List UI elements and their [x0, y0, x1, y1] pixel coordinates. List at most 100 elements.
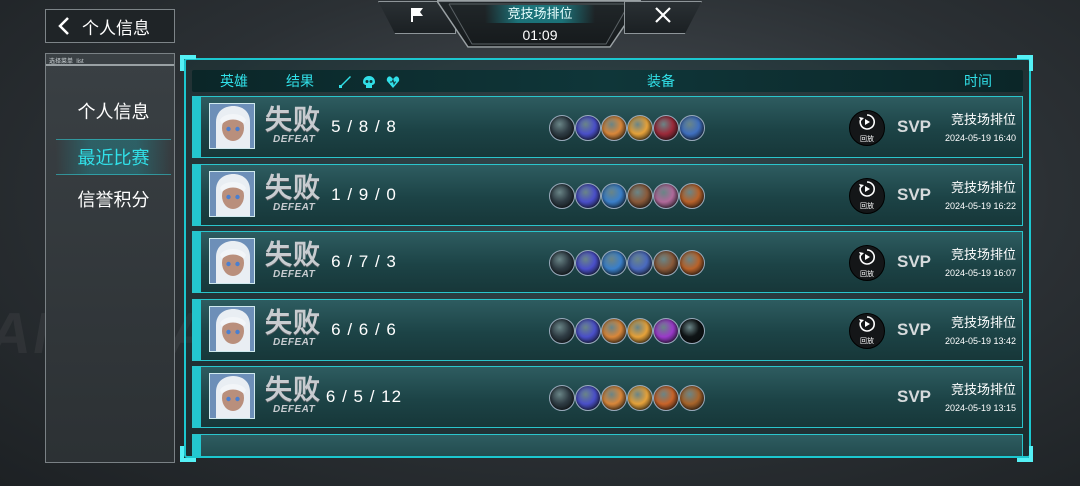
- menu-item-recent-matches[interactable]: 最近比赛: [56, 139, 171, 175]
- equipment-item-icon: [653, 250, 679, 276]
- equipment-item-icon: [549, 250, 575, 276]
- match-timer: 01:09: [522, 27, 558, 43]
- equipment-item-icon: [575, 182, 601, 209]
- panel-corner: [1017, 446, 1033, 462]
- kda-value: 6 / 7 / 3: [331, 252, 397, 271]
- equipment-item-icon: [601, 115, 627, 141]
- replay-button[interactable]: 回放: [849, 245, 885, 281]
- match-history-panel: 英雄 结果 装备 时间 失败 DEFEAT 5 / 8 / 8 回放 SVP 竞技场排位 2…: [184, 58, 1031, 458]
- match-date: 2024-05-19 13:42: [944, 335, 1016, 346]
- replay-icon: [858, 180, 876, 203]
- header-time: 时间: [964, 73, 992, 89]
- replay-button[interactable]: 回放: [849, 312, 885, 349]
- match-mode: 竞技场排位: [950, 247, 1016, 262]
- panel-corner: [1017, 55, 1033, 71]
- equipment-item-icon: [549, 115, 575, 141]
- equipment-item-icon: [549, 182, 575, 209]
- svp-badge: SVP: [897, 387, 932, 406]
- equipment-item-icon: [627, 250, 653, 276]
- row-stripe: [193, 367, 201, 427]
- equipment-item-icon: [653, 385, 679, 411]
- result-text: 失败: [265, 172, 321, 204]
- result-subtext: DEFEAT: [273, 134, 316, 145]
- equipment-item-icon: [627, 317, 653, 344]
- kda-value: 5 / 8 / 8: [331, 117, 397, 136]
- result-text: 失败: [265, 240, 321, 271]
- equipment-item-icon: [653, 182, 679, 209]
- row-stripe: [193, 232, 201, 292]
- hero-avatar: [209, 305, 255, 352]
- equipment-item-icon: [627, 182, 653, 209]
- equipment-item-icon: [627, 385, 653, 411]
- svp-badge: SVP: [897, 184, 932, 204]
- match-row[interactable]: 失败 DEFEAT 6 / 6 / 6 回放 SVP 竞技场排位 2024-05-19 13…: [192, 298, 1023, 361]
- menu-item-credit-score[interactable]: 信誉积分: [56, 182, 171, 218]
- equipment-list: [549, 317, 705, 344]
- heart-icon: [386, 73, 400, 95]
- equipment-list: [549, 250, 705, 276]
- result-subtext: DEFEAT: [273, 404, 316, 415]
- equipment-item-icon: [601, 182, 627, 209]
- side-menu: 选择菜单_list 个人信息 最近比赛 信誉积分: [45, 53, 175, 463]
- equipment-list: [549, 115, 705, 141]
- match-row[interactable]: 失败 DEFEAT 6 / 7 / 3 回放 SVP 竞技场排位 2024-05-19 16…: [192, 231, 1023, 293]
- match-result: 失败 DEFEAT: [265, 174, 325, 213]
- hero-avatar: [209, 170, 255, 217]
- close-icon: [654, 6, 672, 29]
- sword-icon: [338, 73, 352, 95]
- hero-avatar: [209, 238, 255, 284]
- panel-corner: [180, 55, 196, 71]
- header-equipment: 装备: [647, 73, 675, 89]
- mode-title: 竞技场排位: [485, 5, 595, 23]
- equipment-item-icon: [653, 317, 679, 344]
- result-subtext: DEFEAT: [273, 269, 316, 280]
- equipment-item-icon: [627, 115, 653, 141]
- flag-icon: [408, 6, 426, 29]
- match-row-partial[interactable]: [192, 433, 1023, 456]
- match-row[interactable]: 失败 DEFEAT 6 / 5 / 12 SVP 竞技场排位 2024-05-19 13:…: [192, 366, 1023, 428]
- equipment-item-icon: [601, 250, 627, 276]
- svp-badge: SVP: [897, 117, 932, 136]
- replay-icon: [858, 248, 876, 271]
- row-stripe: [193, 299, 201, 360]
- equipment-item-icon: [549, 385, 575, 411]
- equipment-item-icon: [549, 317, 575, 344]
- equipment-item-icon: [679, 250, 705, 276]
- kda-value: 1 / 9 / 0: [331, 184, 397, 204]
- match-mode: 竞技场排位: [950, 179, 1016, 195]
- result-subtext: DEFEAT: [273, 336, 316, 348]
- equipment-item-icon: [601, 385, 627, 411]
- table-header: 英雄 结果 装备 时间: [192, 70, 1023, 92]
- match-mode: 竞技场排位: [950, 382, 1016, 397]
- row-stripe: [193, 97, 201, 157]
- hero-avatar: [209, 373, 255, 419]
- match-row[interactable]: 失败 DEFEAT 5 / 8 / 8 回放 SVP 竞技场排位 2024-05-19 16…: [192, 96, 1023, 158]
- panel-corner: [180, 446, 196, 462]
- back-button[interactable]: 个人信息: [45, 9, 175, 43]
- equipment-item-icon: [653, 115, 679, 141]
- svp-badge: SVP: [897, 319, 932, 339]
- svp-badge: SVP: [897, 252, 932, 271]
- menu-item-profile[interactable]: 个人信息: [56, 94, 171, 130]
- chevron-left-icon: [46, 10, 82, 42]
- result-text: 失败: [265, 307, 321, 339]
- equipment-list: [549, 385, 705, 411]
- replay-button[interactable]: 回放: [849, 177, 885, 214]
- match-mode: 竞技场排位: [950, 112, 1016, 127]
- equipment-item-icon: [679, 182, 705, 209]
- equipment-item-icon: [601, 317, 627, 344]
- close-button[interactable]: [624, 1, 702, 34]
- equipment-item-icon: [679, 317, 705, 344]
- header-result: 结果: [286, 73, 314, 89]
- match-result: 失败 DEFEAT: [265, 309, 325, 348]
- skull-icon: [362, 73, 376, 95]
- replay-label: 回放: [860, 135, 874, 143]
- match-date: 2024-05-19 16:07: [944, 268, 1016, 278]
- back-label: 个人信息: [82, 18, 150, 38]
- match-row[interactable]: 失败 DEFEAT 1 / 9 / 0 回放 SVP 竞技场排位 2024-05-19 16…: [192, 163, 1023, 226]
- match-mode: 竞技场排位: [950, 314, 1016, 330]
- match-result: 失败 DEFEAT: [265, 106, 325, 145]
- equipment-item-icon: [575, 317, 601, 344]
- header-hero: 英雄: [220, 73, 248, 89]
- replay-button[interactable]: 回放: [849, 110, 885, 146]
